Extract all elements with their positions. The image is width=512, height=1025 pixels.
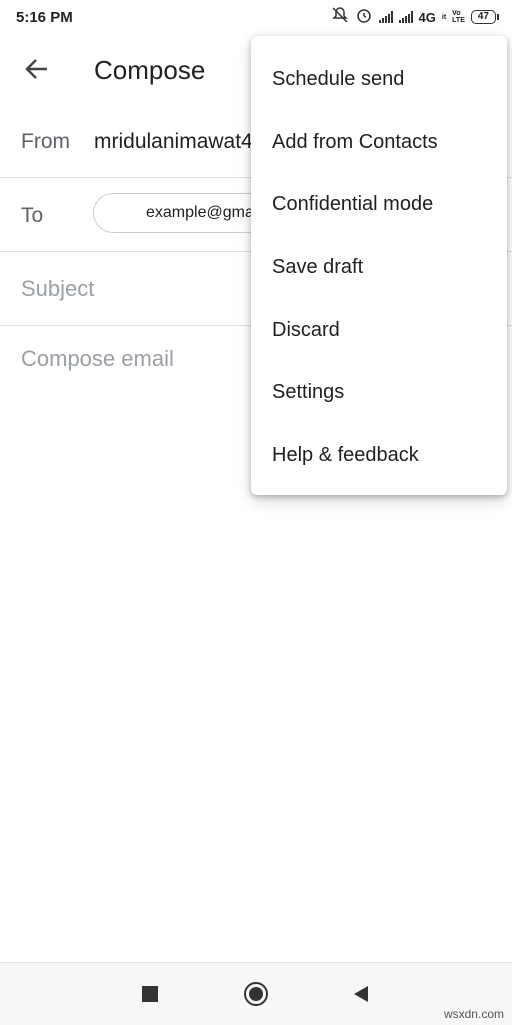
arrow-back-icon[interactable] — [18, 50, 56, 88]
back-icon[interactable] — [344, 977, 378, 1011]
menu-item-settings[interactable]: Settings — [251, 361, 507, 423]
alarm-icon — [355, 6, 373, 28]
compose-body-field[interactable]: Compose email — [21, 346, 174, 372]
menu-item-confidential-mode[interactable]: Confidential mode — [251, 173, 507, 235]
signal-icon — [378, 11, 393, 23]
volte-indicator: Vo LTE — [452, 10, 465, 24]
menu-item-discard[interactable]: Discard — [251, 299, 507, 361]
mute-icon — [331, 6, 349, 28]
volte-top: Vo — [452, 10, 461, 17]
from-label: From — [21, 130, 70, 153]
overflow-menu: Schedule send Add from Contacts Confiden… — [251, 36, 507, 495]
from-value[interactable]: mridulanimawat4 — [94, 130, 253, 154]
to-label: To — [21, 204, 44, 227]
home-icon[interactable] — [239, 977, 273, 1011]
network-type: 4G — [418, 9, 436, 25]
menu-item-help-feedback[interactable]: Help & feedback — [251, 424, 507, 486]
menu-item-add-from-contacts[interactable]: Add from Contacts — [251, 111, 507, 173]
network-sub: it — [441, 13, 447, 21]
subject-placeholder: Subject — [21, 276, 95, 301]
page-title: Compose — [94, 55, 206, 85]
status-icons: 4G it Vo LTE 47 — [331, 6, 500, 28]
status-bar: 5:16 PM 4G it Vo LTE 47 — [0, 0, 512, 34]
volte-bottom: LTE — [452, 17, 465, 24]
status-time: 5:16 PM — [16, 8, 73, 26]
signal-icon — [398, 11, 413, 23]
battery-indicator: 47 — [470, 10, 500, 24]
menu-item-schedule-send[interactable]: Schedule send — [251, 48, 507, 110]
watermark: wsxdn.com — [443, 1007, 504, 1021]
recents-icon[interactable] — [133, 977, 167, 1011]
system-nav-bar: wsxdn.com — [0, 962, 512, 1025]
menu-item-save-draft[interactable]: Save draft — [251, 236, 507, 298]
